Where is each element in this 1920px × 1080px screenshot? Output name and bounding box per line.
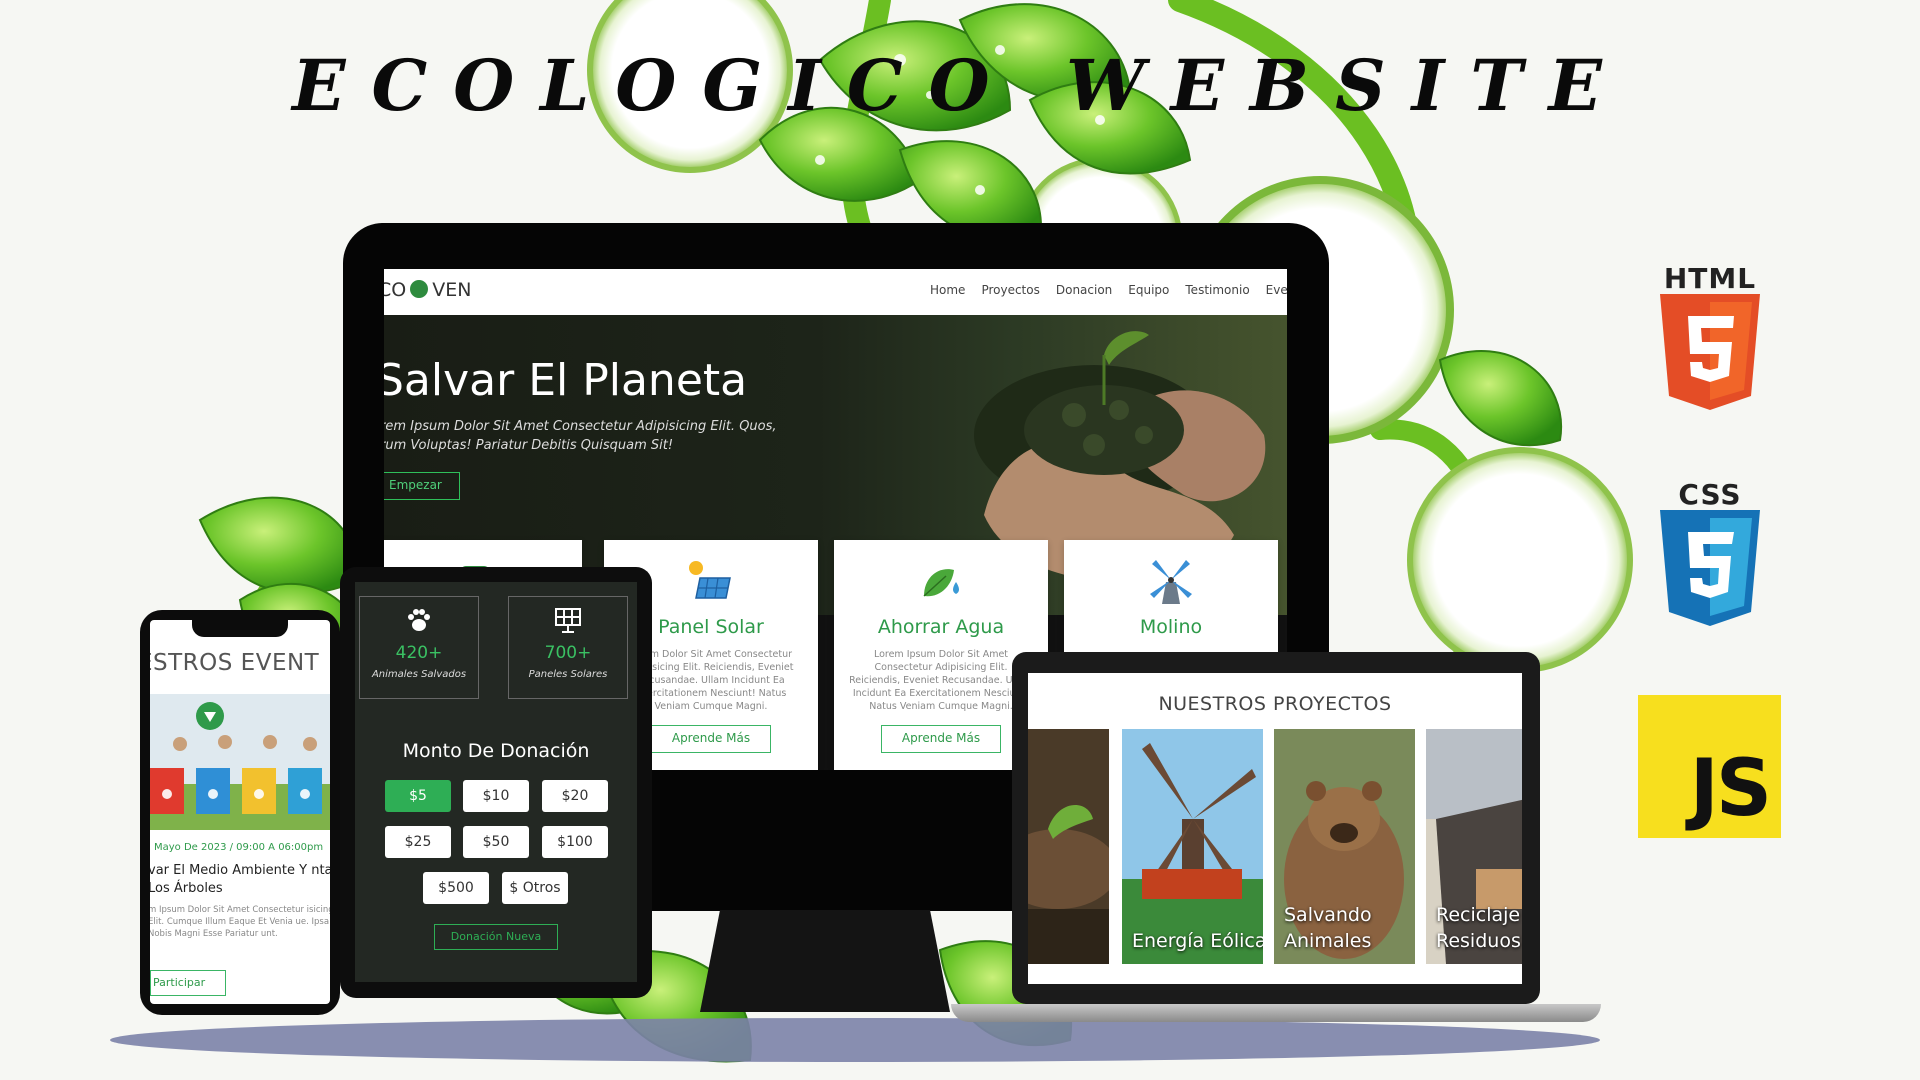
stat-card: 420+ Animales Salvados bbox=[359, 596, 479, 699]
donation-title: Monto De Donación bbox=[402, 740, 590, 762]
nav-links: Home Proyectos Donacion Equipo Testimoni… bbox=[930, 283, 1287, 297]
navbar: CO VEN Home Proyectos Donacion Equipo Tes… bbox=[384, 269, 1287, 315]
laptop-base bbox=[951, 1004, 1601, 1022]
laptop-screen: NUESTROS PROYECTOS andoes Energía Eólica… bbox=[1028, 673, 1522, 984]
events-heading: ESTROS EVENT bbox=[150, 650, 320, 676]
monitor-stand bbox=[700, 910, 950, 1012]
nav-proyectos[interactable]: Proyectos bbox=[981, 283, 1039, 297]
start-button[interactable]: Empezar bbox=[384, 472, 460, 500]
projects-title: NUESTROS PROYECTOS bbox=[1158, 693, 1392, 715]
event-date: Mayo De 2023 / 09:00 A 06:00pm bbox=[154, 842, 324, 853]
learn-more-button[interactable]: Aprende Más bbox=[651, 725, 771, 753]
learn-more-button[interactable]: Aprende Más bbox=[881, 725, 1001, 753]
project-card[interactable]: Salvando Animales bbox=[1274, 729, 1415, 964]
amount-5-button[interactable]: $5 bbox=[385, 780, 451, 812]
event-title: var El Medio Ambiente Y ntar Los Árboles bbox=[150, 863, 330, 896]
amount-50-button[interactable]: $50 bbox=[463, 826, 529, 858]
html5-label: HTML bbox=[1663, 262, 1757, 295]
amount-100-button[interactable]: $100 bbox=[542, 826, 608, 858]
project-label: Salvando Animales bbox=[1284, 902, 1372, 954]
brand-text: CO bbox=[384, 279, 407, 301]
stat-card: 700+ Paneles Solares bbox=[508, 596, 628, 699]
solar-panel-icon bbox=[689, 561, 731, 599]
stat-number: 700+ bbox=[544, 643, 592, 663]
amount-25-button[interactable]: $25 bbox=[385, 826, 451, 858]
device-shadow bbox=[110, 1018, 1600, 1062]
nav-home[interactable]: Home bbox=[930, 283, 965, 297]
project-card[interactable]: Energía Eólica bbox=[1122, 729, 1263, 964]
hero-text: rem Ipsum Dolor Sit Amet Consectetur Adi… bbox=[384, 419, 777, 453]
new-donation-button[interactable]: Donación Nueva bbox=[434, 924, 558, 950]
javascript-label: JS bbox=[1689, 744, 1772, 834]
globe-icon bbox=[410, 280, 429, 298]
project-label-line2: Animales bbox=[1284, 930, 1372, 952]
project-card[interactable]: Reciclaje I Residuos bbox=[1426, 729, 1522, 964]
nav-donacion[interactable]: Donacion bbox=[1056, 283, 1112, 297]
participate-button[interactable]: Participar bbox=[150, 970, 226, 996]
card-title: Ahorrar Agua bbox=[877, 616, 1005, 638]
planting-image bbox=[1028, 729, 1109, 964]
water-leaf-icon bbox=[923, 569, 959, 597]
amount-10-button[interactable]: $10 bbox=[463, 780, 529, 812]
card-text: Lorem Ipsum Dolor Sit Amet Consectetur A… bbox=[849, 649, 1033, 712]
nav-equipo[interactable]: Equipo bbox=[1128, 283, 1169, 297]
windmill-icon bbox=[1150, 560, 1192, 604]
project-label-line2: Energía Eólica bbox=[1132, 930, 1263, 952]
css3-logo: CSS bbox=[1658, 478, 1762, 628]
project-label: Reciclaje I Residuos bbox=[1436, 902, 1522, 954]
html5-logo: HTML bbox=[1658, 262, 1762, 412]
page-headline: ECOLOGICO WEBSITE bbox=[292, 44, 1628, 127]
project-label-line2: Residuos bbox=[1436, 930, 1521, 952]
project-label: Energía Eólica bbox=[1132, 928, 1263, 954]
phone-screen: ESTROS EVENT Mayo De 2023 / 09:00 A 06:0… bbox=[150, 620, 330, 1004]
project-label-line1: Reciclaje I bbox=[1436, 904, 1522, 926]
javascript-logo: JS bbox=[1638, 695, 1781, 838]
paw-icon bbox=[408, 609, 430, 631]
html5-shield-icon bbox=[1660, 294, 1760, 410]
nav-evento[interactable]: Evento bbox=[1266, 283, 1287, 297]
solar-panel-icon bbox=[555, 608, 581, 633]
css3-shield-icon bbox=[1660, 510, 1760, 626]
card-title: Molino bbox=[1139, 616, 1203, 638]
phone-notch bbox=[192, 617, 288, 637]
tablet-screen: 420+ Animales Salvados 700+ Paneles Sola… bbox=[355, 582, 637, 982]
stat-label: Paneles Solares bbox=[528, 669, 608, 680]
stat-number: 420+ bbox=[395, 643, 443, 663]
stat-label: Animales Salvados bbox=[371, 669, 467, 680]
brand-logo[interactable]: CO VEN bbox=[384, 279, 471, 301]
css3-label: CSS bbox=[1678, 478, 1742, 511]
brand-suffix: VEN bbox=[432, 279, 472, 301]
amount-other-button[interactable]: $ Otros bbox=[502, 872, 568, 904]
project-label-line1: Salvando bbox=[1284, 904, 1372, 926]
nav-testimonio[interactable]: Testimonio bbox=[1185, 283, 1249, 297]
project-card[interactable]: andoes bbox=[1028, 729, 1109, 964]
event-text: m Ipsum Dolor Sit Amet Consectetur isici… bbox=[150, 905, 330, 939]
hero-title: Salvar El Planeta bbox=[384, 355, 748, 406]
amount-500-button[interactable]: $500 bbox=[423, 872, 489, 904]
amount-20-button[interactable]: $20 bbox=[542, 780, 608, 812]
recycling-volunteers-image bbox=[150, 694, 330, 830]
